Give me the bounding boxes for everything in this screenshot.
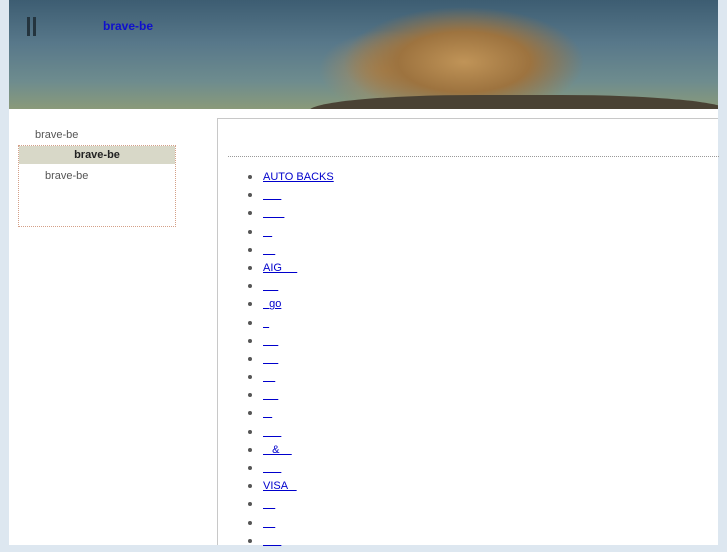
list-item: &: [243, 443, 334, 461]
list-item: [243, 425, 334, 443]
bullet-icon: [248, 175, 252, 179]
list-link[interactable]: [263, 317, 269, 329]
list-link[interactable]: [263, 498, 275, 510]
list-item: [243, 461, 334, 479]
bullet-icon: [248, 393, 252, 398]
list-item: [243, 534, 334, 552]
list-item: [243, 206, 334, 224]
list-link[interactable]: [263, 226, 272, 238]
list-link[interactable]: [263, 462, 281, 474]
list-item: [243, 243, 334, 261]
bullet-icon: [248, 229, 252, 234]
page: brave-be brave-be brave-be brave-be AUTO…: [9, 0, 719, 545]
list-item: [243, 388, 334, 406]
bullet-icon: [248, 193, 252, 198]
list-link[interactable]: VISA: [263, 480, 297, 492]
list-link[interactable]: AUTO BACKS: [263, 171, 334, 183]
sidebar-box-title: brave-be: [19, 146, 175, 164]
bullet-icon: [248, 411, 252, 416]
list-link[interactable]: [263, 189, 281, 201]
list-link[interactable]: [263, 426, 281, 438]
list-item: [243, 225, 334, 243]
list-item: [243, 497, 334, 515]
bullet-icon: [248, 211, 252, 216]
bullet-icon: [248, 429, 252, 434]
list-link[interactable]: [263, 407, 272, 419]
list-link[interactable]: &: [263, 444, 292, 456]
bullet-icon: [248, 302, 252, 307]
list-link[interactable]: [263, 371, 275, 383]
list-link[interactable]: AIG: [263, 262, 297, 274]
bullet-icon: [248, 502, 252, 507]
list-item: [243, 370, 334, 388]
list-item: [243, 279, 334, 297]
bullet-icon: [248, 538, 252, 543]
list-item: AIG: [243, 261, 334, 279]
banner-rock: [309, 95, 718, 109]
site-title[interactable]: brave-be: [103, 19, 153, 33]
list-item: AUTO BACKS: [243, 170, 334, 188]
list-link[interactable]: [263, 244, 275, 256]
list-item: [243, 316, 334, 334]
list-link[interactable]: [263, 517, 275, 529]
header-banner: brave-be: [9, 0, 718, 109]
bullet-icon: [248, 265, 252, 270]
list-item: go: [243, 297, 334, 315]
bullet-icon: [248, 284, 252, 289]
bullet-icon: [248, 447, 252, 452]
bullet-icon: [248, 466, 252, 470]
main-content: AUTO BACKS AIG go & VISA: [217, 118, 719, 545]
bullet-icon: [248, 338, 252, 343]
list-item: [243, 352, 334, 370]
sidebar-item: brave-be: [45, 170, 89, 182]
bullet-icon: [248, 356, 252, 361]
bullet-icon: [248, 320, 252, 325]
sidebar-caption: brave-be: [35, 129, 79, 141]
list-link[interactable]: go: [263, 298, 281, 310]
list-link[interactable]: [263, 335, 278, 347]
bullet-icon: [248, 484, 252, 489]
list-link[interactable]: [263, 353, 278, 365]
list-item: [243, 406, 334, 424]
divider: [228, 156, 719, 157]
sidebar-box: brave-be brave-be: [18, 145, 176, 227]
list-link[interactable]: [263, 389, 278, 401]
bullet-icon: [248, 247, 252, 252]
list-link[interactable]: [263, 280, 278, 292]
bullet-icon: [248, 375, 252, 380]
bullet-icon: [248, 520, 252, 525]
list-link[interactable]: [263, 207, 284, 219]
link-list: AUTO BACKS AIG go & VISA: [243, 170, 334, 552]
list-item: [243, 516, 334, 534]
list-item: VISA: [243, 479, 334, 497]
list-item: [243, 334, 334, 352]
list-item: [243, 188, 334, 206]
double-bar-icon: [27, 17, 36, 36]
